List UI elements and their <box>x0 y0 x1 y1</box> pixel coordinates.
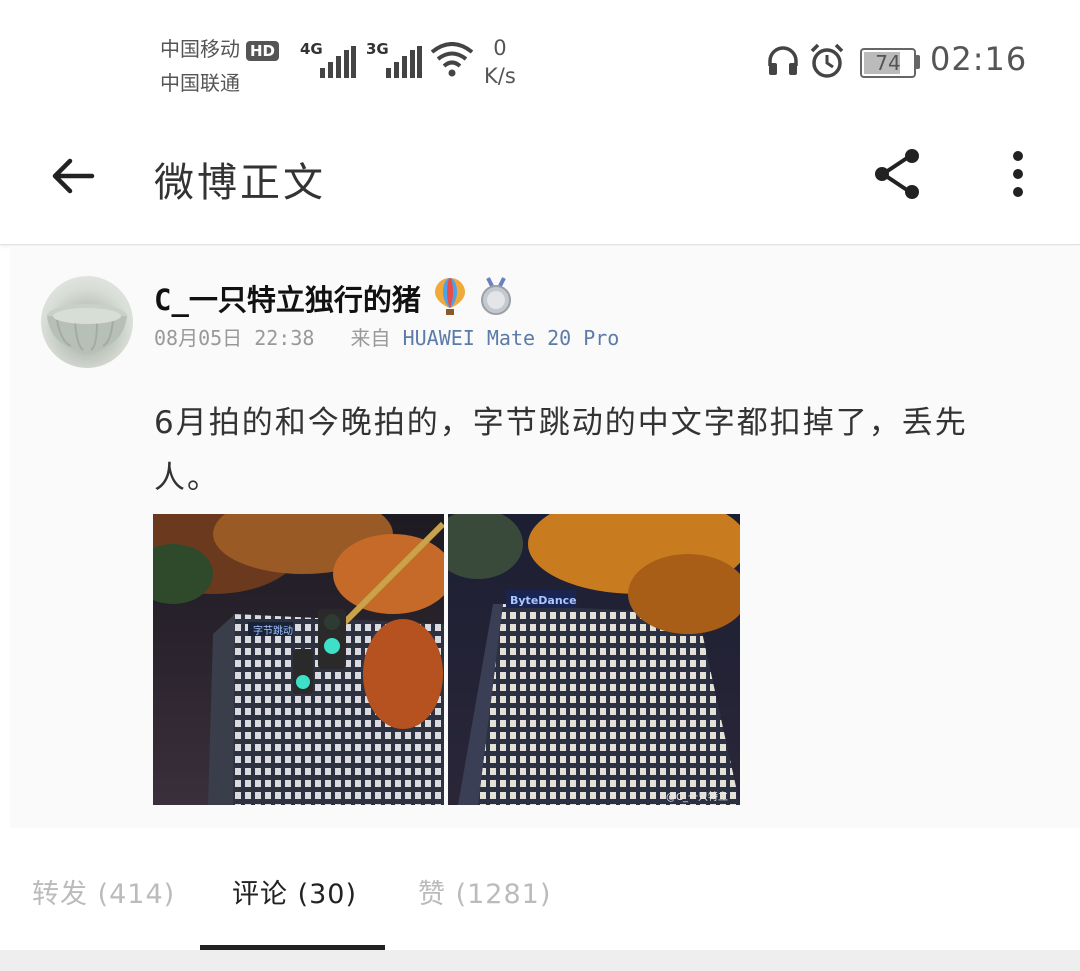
signal-bars-icon <box>386 46 422 78</box>
page-title: 微博正文 <box>154 160 326 206</box>
battery-percent: 74 <box>875 51 901 75</box>
photo2-sign: ByteDance <box>510 594 577 607</box>
battery-tip <box>915 55 920 69</box>
carrier-2: 中国联通 <box>160 71 240 95</box>
username[interactable]: C_一只特立独行的猪 <box>154 277 421 319</box>
speed-value: 0 <box>493 36 507 60</box>
headphones-icon <box>768 46 798 75</box>
clock: 02:16 <box>930 40 1028 78</box>
building-photo-1: 字节跳动 <box>153 514 444 805</box>
post-text: 6月拍的和今晚拍的，字节跳动的中文字都扣掉了，丢先人。 <box>154 405 968 496</box>
post-image-1[interactable]: 字节跳动 <box>153 514 444 805</box>
carrier-info: 中国移动 HD 中国联通 <box>160 32 280 100</box>
signal-4g: 4G <box>300 40 360 80</box>
bottom-divider <box>0 950 1080 971</box>
share-icon[interactable] <box>870 146 926 202</box>
device-link[interactable]: HUAWEI Mate 20 Pro <box>403 326 620 350</box>
hd-icon: HD <box>246 40 280 61</box>
speed-unit: K/s <box>484 64 516 88</box>
arrow-left-icon[interactable] <box>48 150 100 202</box>
post-meta: 08月05日 22:38 来自 HUAWEI Mate 20 Pro <box>154 322 619 351</box>
medal-badge-icon <box>481 277 511 315</box>
carrier-1: 中国移动 <box>160 37 240 61</box>
building-photo-2: ByteDance @C_一只特立 <box>448 514 740 805</box>
tab-comments[interactable]: 评论 (30) <box>232 872 357 911</box>
avatar[interactable] <box>41 276 133 368</box>
bowl-image <box>47 304 127 352</box>
signal-3g: 3G <box>366 40 426 80</box>
battery-icon: 74 <box>860 48 916 78</box>
photo-watermark: @C_一只特立 <box>666 790 728 803</box>
tab-reposts[interactable]: 转发 (414) <box>32 872 175 911</box>
status-bar: 中国移动 HD 中国联通 4G 3G 0 K/s 74 02:16 <box>0 0 1080 120</box>
post-image-2[interactable]: ByteDance @C_一只特立 <box>448 514 740 805</box>
toolbar: 微博正文 <box>0 120 1080 245</box>
signal-bars-icon <box>320 46 356 78</box>
more-vertical-icon[interactable] <box>1000 148 1036 200</box>
post-date: 08月05日 22:38 <box>154 326 315 350</box>
tab-likes[interactable]: 赞 (1281) <box>418 872 551 911</box>
from-label: 来自 <box>350 326 391 350</box>
network-speed: 0 K/s <box>484 34 516 90</box>
tab-bar: 转发 (414) 评论 (30) 赞 (1281) <box>0 828 1080 948</box>
wifi-icon <box>430 42 474 77</box>
alarm-icon <box>810 43 844 78</box>
balloon-badge-icon <box>435 278 465 315</box>
photo1-sign: 字节跳动 <box>253 624 293 637</box>
